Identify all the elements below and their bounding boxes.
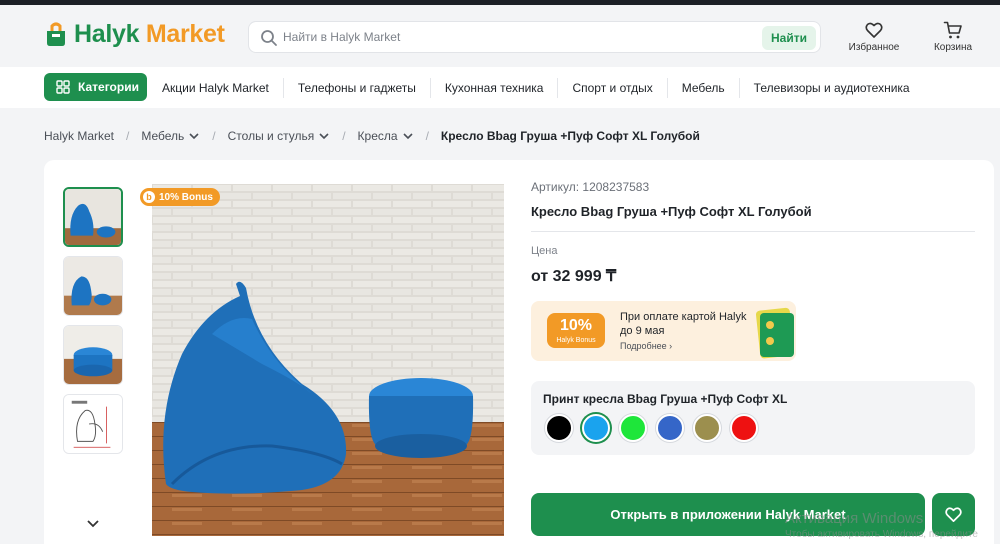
breadcrumb-separator: / [126,129,130,143]
breadcrumb-armchairs-label: Кресла [357,129,398,143]
promo-text: При оплате картой Halyk до 9 мая [620,311,747,337]
product-thumbnail-image [65,189,121,245]
nav-item-furniture[interactable]: Мебель [668,77,740,98]
category-nav: Категории Акции Halyk Market Телефоны и … [0,67,1000,108]
thumbnail-3[interactable] [63,325,123,385]
nav-item-tv[interactable]: Телевизоры и аудиотехника [740,78,924,98]
product-title: Кресло Bbag Груша +Пуф Софт XL Голубой [531,204,812,219]
breadcrumb: Halyk Market / Мебель / Столы и стулья /… [44,129,700,143]
product-info: Артикул: 1208237583 Кресло Bbag Груша +П… [531,180,975,455]
bonus-badge: b 10% Bonus [140,188,220,206]
color-swatch-black[interactable] [545,414,573,442]
logo-market-text: Market [145,19,225,48]
favorites-link[interactable]: Избранное [846,20,902,53]
product-thumbnail-image [64,395,122,453]
breadcrumb-tables-chairs[interactable]: Столы и стулья [228,129,331,143]
nav-item-sport[interactable]: Спорт и отдых [558,77,668,98]
color-swatch-green[interactable] [619,414,647,442]
bonus-coin-icon: b [143,191,155,203]
breadcrumb-tables-label: Столы и стулья [227,129,315,143]
promo-more-link[interactable]: Подробнее › [620,341,672,351]
thumbnail-1[interactable] [63,187,123,247]
categories-label: Категории [78,80,139,94]
logo[interactable]: Halyk Market [44,19,225,49]
header: Halyk Market Найти Избранное Корзина [0,5,1000,67]
promo-percent-badge: 10% Halyk Bonus [547,313,605,348]
print-selector: Принт кресла Bbag Груша +Пуф Софт XL [531,381,975,455]
product-article: Артикул: 1208237583 [531,180,650,194]
add-to-favorites-button[interactable] [932,493,975,536]
print-title: Принт кресла Bbag Груша +Пуф Софт XL [543,392,788,406]
product-panel: b 10% Bonus Артикул: 1208237583 Кресло B… [44,160,994,544]
nav-item-promotions[interactable]: Акции Halyk Market [148,77,284,98]
product-price: от 32 999 ₸ [531,268,617,285]
nav-item-phones[interactable]: Телефоны и гаджеты [284,77,431,98]
bank-card-icon [756,307,795,359]
heart-icon [865,22,883,38]
search-input[interactable] [283,26,753,48]
logo-halyk-text: Halyk [74,19,140,48]
color-swatch-red[interactable] [730,414,758,442]
categories-button[interactable]: Категории [44,73,147,101]
divider [531,231,975,232]
color-swatch-blue[interactable] [656,414,684,442]
color-swatch-light-blue[interactable] [582,414,610,442]
grid-icon [56,80,70,94]
breadcrumb-armchairs[interactable]: Кресла [358,129,414,143]
product-thumbnail-image [64,326,122,384]
chevron-down-icon [402,133,413,140]
product-photo [152,184,504,536]
promo-percent-sub: Halyk Bonus [556,337,596,344]
favorites-label: Избранное [848,42,900,53]
breadcrumb-home[interactable]: Halyk Market [44,129,114,143]
heart-icon [945,507,962,523]
cart-logo-icon [47,22,65,46]
breadcrumb-home-label: Halyk Market [44,129,115,143]
price-label: Цена [531,245,558,257]
nav-item-kitchen[interactable]: Кухонная техника [431,77,559,98]
chevron-down-icon [319,133,329,140]
open-in-app-button[interactable]: Открыть в приложении Halyk Market [531,493,925,536]
search-icon [261,30,277,46]
cart-icon [943,21,962,39]
halyk-bonus-promo[interactable]: 10% Halyk Bonus При оплате картой Halyk … [531,301,796,361]
breadcrumb-separator: / [342,129,346,143]
breadcrumb-separator: / [212,129,216,143]
main-product-image[interactable] [152,184,504,536]
chevron-down-icon [189,133,199,140]
color-swatch-olive[interactable] [693,414,721,442]
cart-label: Корзина [933,42,973,53]
bonus-badge-label: 10% Bonus [159,191,213,203]
thumbnail-4[interactable] [63,394,123,454]
breadcrumb-furniture-label: Мебель [141,129,185,143]
search-bar: Найти [248,21,821,53]
cart-link[interactable]: Корзина [930,20,976,53]
color-swatches [545,414,767,442]
search-button[interactable]: Найти [762,26,816,50]
breadcrumb-current: Кресло Bbag Груша +Пуф Софт XL Голубой [440,129,700,143]
chevron-down-icon[interactable] [86,516,100,530]
breadcrumb-separator: / [425,129,429,143]
product-thumbnail-image [64,257,122,315]
thumbnail-2[interactable] [63,256,123,316]
promo-percent: 10% [559,317,593,334]
breadcrumb-furniture[interactable]: Мебель [141,129,200,143]
